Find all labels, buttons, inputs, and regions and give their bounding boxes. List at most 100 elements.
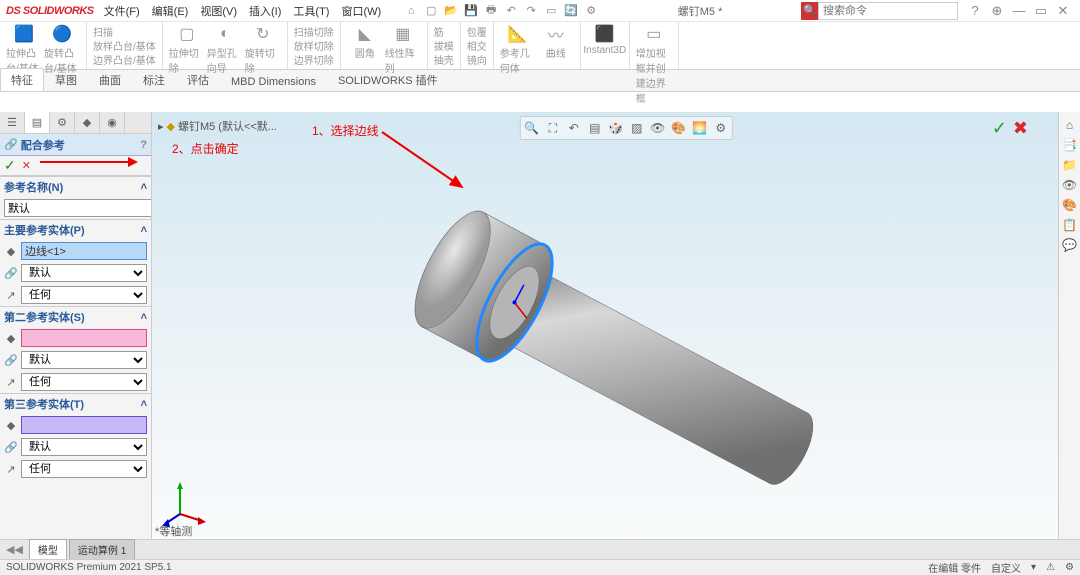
tab-mbd[interactable]: MBD Dimensions <box>220 72 327 91</box>
status-units[interactable]: 自定义 <box>991 560 1021 575</box>
tab-motion-study[interactable]: 运动算例 1 <box>69 539 135 560</box>
secondary-type-select[interactable]: 默认 <box>21 351 147 369</box>
tab-evaluate[interactable]: 评估 <box>176 68 220 91</box>
tab-surfaces[interactable]: 曲面 <box>88 68 132 91</box>
mgr-tab-feature-tree[interactable]: ☰ <box>0 112 25 133</box>
taskpane-forum-icon[interactable]: 💬 <box>1061 236 1079 254</box>
secondary-ref-header[interactable]: 第二参考实体(S)˄ <box>0 306 151 327</box>
loft-button[interactable]: 放样凸台/基体 <box>93 38 156 52</box>
qat-select-icon[interactable]: ▭ <box>543 3 559 19</box>
taskpane-view-icon[interactable]: 👁 <box>1061 176 1079 194</box>
view-settings-icon[interactable]: ⚙ <box>712 119 730 137</box>
secondary-align-select[interactable]: 任何 <box>21 373 147 391</box>
primary-type-select[interactable]: 默认 <box>21 264 147 282</box>
tab-addins[interactable]: SOLIDWORKS 插件 <box>327 68 449 91</box>
qat-home-icon[interactable]: ⌂ <box>403 3 419 19</box>
display-style-icon[interactable]: ▨ <box>628 119 646 137</box>
tertiary-ref-header[interactable]: 第三参考实体(T)˄ <box>0 393 151 414</box>
zoom-fit-icon[interactable]: 🔍 <box>523 119 541 137</box>
pm-help-icon[interactable]: ? <box>140 139 147 151</box>
tab-model[interactable]: 模型 <box>29 539 67 560</box>
ref-name-input[interactable] <box>4 199 152 217</box>
qat-options-icon[interactable]: ⚙ <box>583 3 599 19</box>
status-gear-icon[interactable]: ⚙ <box>1065 562 1074 573</box>
shell-button[interactable]: 抽壳 <box>434 52 454 66</box>
search-input[interactable] <box>818 2 958 20</box>
corner-ok-button[interactable]: ✓ <box>992 118 1007 139</box>
section-view-icon[interactable]: ▤ <box>586 119 604 137</box>
hide-show-icon[interactable]: 👁 <box>649 119 667 137</box>
rib-button[interactable]: 筋 <box>434 24 444 38</box>
instant3d-button[interactable]: ⬛Instant3D <box>587 24 623 56</box>
taskpane-resources-icon[interactable]: 📑 <box>1061 136 1079 154</box>
tertiary-type-select[interactable]: 默认 <box>21 438 147 456</box>
status-warning-icon[interactable]: ⚠ <box>1046 562 1055 573</box>
menu-view[interactable]: 视图(V) <box>200 3 237 19</box>
view-orient-icon[interactable]: 🎲 <box>607 119 625 137</box>
zoom-area-icon[interactable]: ⛶ <box>544 119 562 137</box>
qat-redo-icon[interactable]: ↷ <box>523 3 539 19</box>
bounding-box-button[interactable]: ▭增加视框并创建边界框 <box>636 24 672 105</box>
feature-breadcrumb[interactable]: ▸ ◆ 螺钉M5 (默认<<默... <box>158 118 277 134</box>
status-caret-icon[interactable]: ▾ <box>1031 562 1036 573</box>
orientation-triad[interactable] <box>160 479 210 529</box>
menu-insert[interactable]: 插入(I) <box>249 3 281 19</box>
qat-rebuild-icon[interactable]: 🔄 <box>563 3 579 19</box>
qat-undo-icon[interactable]: ↶ <box>503 3 519 19</box>
minimize-icon[interactable]: — <box>1008 3 1030 18</box>
qat-print-icon[interactable]: 🖶 <box>483 3 499 19</box>
bolt-model[interactable] <box>332 152 1032 552</box>
boundary-cut-button[interactable]: 边界切除 <box>294 52 334 66</box>
curves-button[interactable]: 〰曲线 <box>538 24 574 60</box>
taskpane-library-icon[interactable]: 📁 <box>1061 156 1079 174</box>
secondary-entity-select[interactable] <box>21 329 147 347</box>
boundary-button[interactable]: 边界凸台/基体 <box>93 52 156 66</box>
wrap-button[interactable]: 包覆 <box>467 24 487 38</box>
close-icon[interactable]: ✕ <box>1052 3 1074 19</box>
taskpane-home-icon[interactable]: ⌂ <box>1061 116 1079 134</box>
intersect-button[interactable]: 相交 <box>467 38 487 52</box>
align-icon: ↗ <box>4 289 18 302</box>
tertiary-align-select[interactable]: 任何 <box>21 460 147 478</box>
pm-ok-button[interactable]: ✓ <box>4 157 16 174</box>
qat-open-icon[interactable]: 📂 <box>443 3 459 19</box>
mgr-tab-display[interactable]: ◉ <box>100 112 125 133</box>
loft-cut-button[interactable]: 放样切除 <box>294 38 334 52</box>
updates-icon[interactable]: ⊕ <box>986 3 1008 19</box>
help-icon[interactable]: ? <box>964 3 986 18</box>
tertiary-entity-select[interactable] <box>21 416 147 434</box>
mgr-tab-property[interactable]: ▤ <box>25 112 50 133</box>
corner-cancel-button[interactable]: ✖ <box>1013 118 1028 139</box>
qat-save-icon[interactable]: 💾 <box>463 3 479 19</box>
primary-ref-header[interactable]: 主要参考实体(P)˄ <box>0 219 151 240</box>
tabs-nav-prev[interactable]: ◀◀ <box>2 543 27 556</box>
primary-align-select[interactable]: 任何 <box>21 286 147 304</box>
prev-view-icon[interactable]: ↶ <box>565 119 583 137</box>
menu-window[interactable]: 窗口(W) <box>341 3 381 19</box>
menu-tools[interactable]: 工具(T) <box>293 3 329 19</box>
menu-file[interactable]: 文件(F) <box>104 3 140 19</box>
taskpane-appearance-icon[interactable]: 🎨 <box>1061 196 1079 214</box>
mgr-tab-config[interactable]: ⚙ <box>50 112 75 133</box>
ref-geom-button[interactable]: 📐参考几何体 <box>500 24 536 75</box>
tab-sketch[interactable]: 草图 <box>44 68 88 91</box>
fillet-button[interactable]: ◣圆角 <box>347 24 383 60</box>
expand-icon[interactable]: ▸ <box>158 120 164 133</box>
sweep-cut-button[interactable]: 扫描切除 <box>294 24 334 38</box>
mirror-button[interactable]: 镜向 <box>467 52 487 66</box>
mgr-tab-dim[interactable]: ◆ <box>75 112 100 133</box>
tab-markup[interactable]: 标注 <box>132 68 176 91</box>
menu-edit[interactable]: 编辑(E) <box>152 3 189 19</box>
scene-icon[interactable]: 🌅 <box>691 119 709 137</box>
3d-viewport[interactable]: ▸ ◆ 螺钉M5 (默认<<默... 🔍 ⛶ ↶ ▤ 🎲 ▨ 👁 🎨 🌅 ⚙ ✓… <box>152 112 1058 559</box>
primary-entity-select[interactable]: 边线<1> <box>21 242 147 260</box>
appearance-icon[interactable]: 🎨 <box>670 119 688 137</box>
taskpane-props-icon[interactable]: 📋 <box>1061 216 1079 234</box>
qat-new-icon[interactable]: ▢ <box>423 3 439 19</box>
draft-button[interactable]: 拔模 <box>434 38 454 52</box>
maximize-icon[interactable]: ▭ <box>1030 3 1052 19</box>
pm-cancel-button[interactable]: ✕ <box>22 159 31 172</box>
tab-features[interactable]: 特征 <box>0 68 44 91</box>
revolve-cut-button[interactable]: ↻旋转切除 <box>245 24 281 75</box>
sweep-button[interactable]: 扫描 <box>93 24 113 38</box>
